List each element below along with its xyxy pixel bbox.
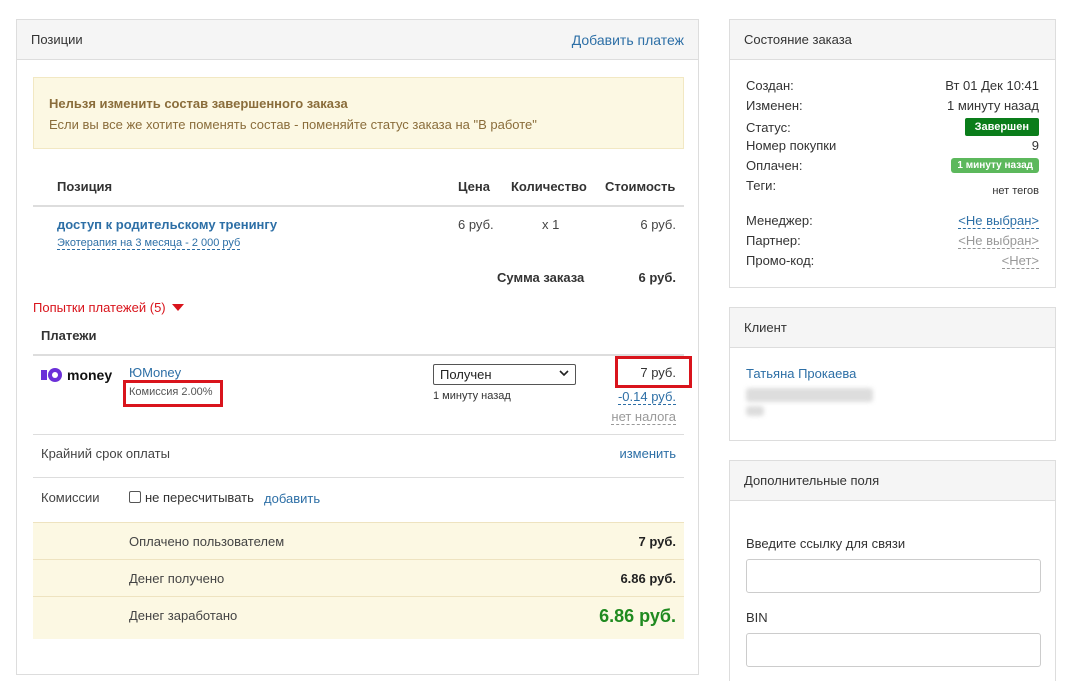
yumoney-logo-text: money (67, 367, 113, 383)
chevron-down-icon (559, 368, 569, 381)
summary-row-paid: Оплачено пользователем 7 руб. (33, 522, 684, 559)
positions-panel: Позиции Добавить платеж Нельзя изменить … (16, 19, 699, 675)
payments-title: Платежи (41, 328, 97, 343)
add-commission-link[interactable]: добавить (264, 491, 320, 506)
col-price: Цена (458, 179, 490, 194)
payment-status-select[interactable]: Получен (433, 364, 576, 385)
order-status-panel: Состояние заказа Создан: Вт 01 Дек 10:41… (729, 19, 1056, 288)
summary-received-label: Денег получено (129, 571, 225, 586)
paid-badge: 1 минуту назад (951, 158, 1039, 173)
summary-earned-value: 6.86 руб. (599, 606, 676, 626)
promo-row: Промо-код: <Нет> (746, 253, 1039, 269)
summary-earned-label: Денег заработано (129, 608, 238, 623)
commission-highlight (123, 380, 223, 407)
extra-fields-title: Дополнительные поля (744, 473, 880, 488)
changed-row: Изменен: 1 минуту назад (746, 98, 1039, 113)
col-qty: Количество (511, 179, 587, 194)
payment-time: 1 минуту назад (433, 390, 511, 402)
positions-header: Позиции Добавить платеж (17, 20, 698, 60)
notice-title: Нельзя изменить состав завершенного зака… (49, 96, 348, 111)
promo-select-link[interactable]: <Нет> (1001, 253, 1039, 269)
no-recalc-label: не пересчитывать (145, 490, 254, 505)
checkbox-icon[interactable] (129, 491, 141, 503)
order-total-label: Сумма заказа (497, 270, 585, 285)
summary-received-value: 6.86 руб. (620, 571, 676, 586)
manager-label: Менеджер: (746, 213, 813, 228)
client-header: Клиент (730, 308, 1055, 348)
changed-value: 1 минуту назад (947, 98, 1039, 113)
item-variant-link[interactable]: Экотерапия на 3 месяца - 2 000 руб (57, 237, 241, 250)
table-header-divider (33, 205, 684, 207)
order-status-header: Состояние заказа (730, 20, 1055, 60)
status-badge: Завершен (964, 118, 1039, 136)
completed-order-notice: Нельзя изменить состав завершенного зака… (33, 77, 684, 149)
client-title: Клиент (744, 320, 787, 335)
item-name-link[interactable]: доступ к родительскому тренингу (57, 217, 277, 232)
number-row: Номер покупки 9 (746, 138, 1039, 153)
promo-label: Промо-код: (746, 253, 815, 268)
client-extra-blurred (746, 406, 764, 416)
number-value: 9 (1031, 138, 1039, 153)
client-panel: Клиент Татьяна Прокаева (729, 307, 1056, 441)
payment-tax-link[interactable]: нет налога (611, 409, 676, 425)
manager-row: Менеджер: <Не выбран> (746, 213, 1039, 229)
order-total-value: 6 руб. (638, 270, 676, 285)
payment-fee-link[interactable]: -0.14 руб. (617, 389, 676, 405)
status-row: Статус: Завершен (746, 118, 1039, 136)
summary-paid-label: Оплачено пользователем (129, 534, 285, 549)
extra-fields-header: Дополнительные поля (730, 461, 1055, 501)
created-label: Создан: (746, 78, 794, 93)
notice-text: Если вы все же хотите поменять состав - … (49, 117, 537, 132)
tags-value: нет тегов (992, 185, 1039, 197)
number-label: Номер покупки (746, 138, 837, 153)
client-name-link[interactable]: Татьяна Прокаева (746, 366, 856, 381)
add-payment-link[interactable]: Добавить платеж (572, 32, 684, 48)
deadline-change-link[interactable]: изменить (619, 446, 676, 461)
no-recalc-checkbox[interactable]: не пересчитывать (129, 490, 254, 505)
partner-row: Партнер: <Не выбран> (746, 233, 1039, 249)
item-cost: 6 руб. (640, 217, 676, 232)
caret-down-icon (172, 304, 185, 311)
col-position: Позиция (57, 179, 113, 194)
manager-select-link[interactable]: <Не выбран> (958, 213, 1039, 229)
col-cost: Стоимость (605, 179, 676, 194)
created-row: Создан: Вт 01 Дек 10:41 (746, 78, 1039, 93)
paid-row: Оплачен: 1 минуту назад (746, 158, 1039, 173)
item-qty: x 1 (542, 217, 560, 232)
summary-paid-value: 7 руб. (638, 534, 676, 549)
partner-select-link[interactable]: <Не выбран> (958, 233, 1039, 249)
deadline-divider (33, 477, 684, 478)
yumoney-logo: money (41, 367, 112, 383)
tags-row: Теги: нет тегов (746, 178, 1039, 197)
status-label: Статус: (746, 119, 791, 135)
payment-attempts-label: Попытки платежей (5) (33, 300, 166, 315)
client-contact-blurred (746, 388, 873, 402)
amount-highlight (615, 356, 692, 388)
contact-link-label: Введите ссылку для связи (746, 536, 906, 551)
paid-label: Оплачен: (746, 158, 803, 173)
yumoney-logo-icon (41, 368, 62, 382)
contact-link-input[interactable] (746, 559, 1041, 593)
partner-label: Партнер: (746, 233, 801, 248)
order-status-title: Состояние заказа (744, 32, 852, 47)
deadline-label: Крайний срок оплаты (41, 446, 170, 461)
payment-status-value: Получен (440, 367, 492, 382)
summary-row-earned: Денег заработано 6.86 руб. (33, 596, 684, 639)
payments-divider (33, 354, 684, 356)
commissions-label: Комиссии (41, 490, 100, 505)
payment-attempts-toggle[interactable]: Попытки платежей (5) (33, 300, 185, 315)
bin-input[interactable] (746, 633, 1041, 667)
bin-label: BIN (746, 610, 768, 625)
tags-label: Теги: (746, 178, 777, 193)
extra-fields-panel: Дополнительные поля Введите ссылку для с… (729, 460, 1056, 681)
changed-label: Изменен: (746, 98, 803, 113)
item-price: 6 руб. (458, 217, 494, 232)
payment-row-divider (33, 434, 684, 435)
created-value: Вт 01 Дек 10:41 (945, 78, 1039, 93)
payment-provider-link[interactable]: ЮMoney (129, 365, 182, 381)
positions-title: Позиции (31, 32, 83, 47)
summary-row-received: Денег получено 6.86 руб. (33, 559, 684, 596)
